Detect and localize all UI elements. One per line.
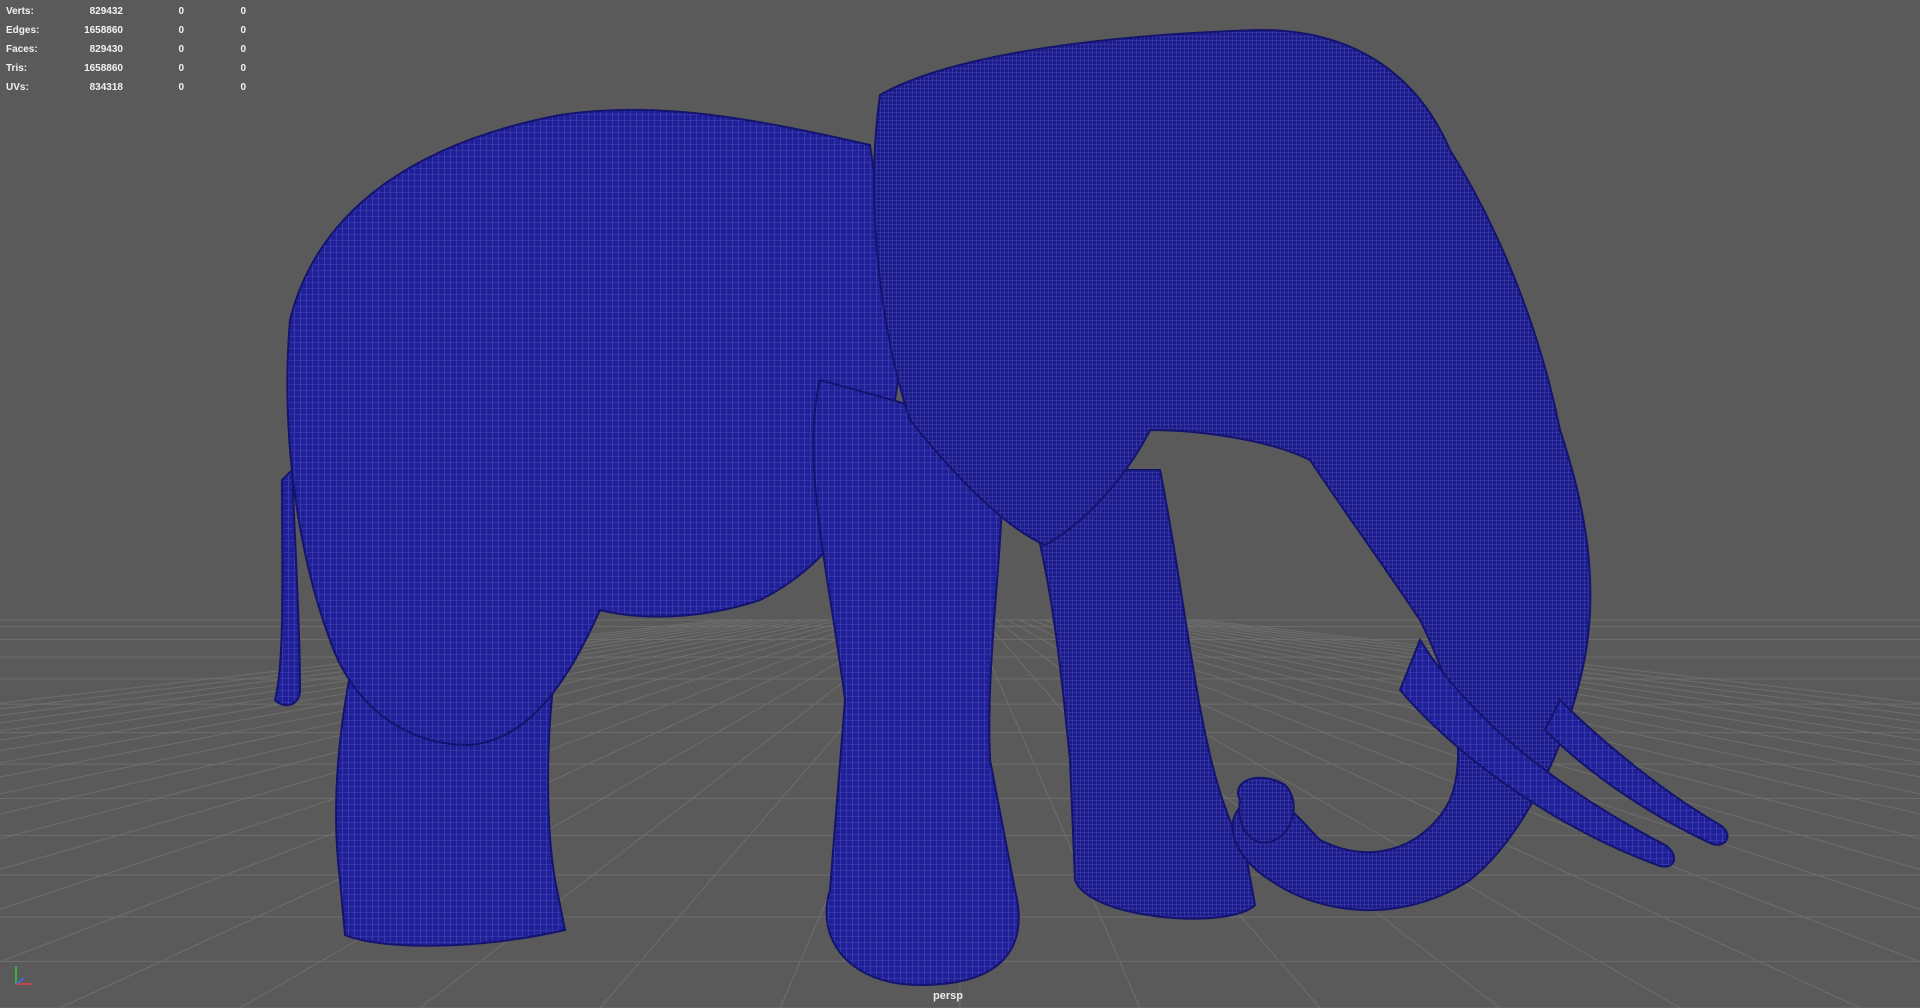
scene-canvas[interactable]	[0, 0, 1920, 1008]
hud-value: 829430	[89, 44, 123, 55]
hud-row: UVs: 834318 0 0	[6, 78, 246, 97]
hud-label: Edges:	[6, 25, 40, 36]
hud-value: 1658860	[84, 25, 123, 36]
hud-c1: 0	[178, 82, 184, 93]
hud-label: Tris:	[6, 63, 28, 74]
hud-label: UVs:	[6, 82, 29, 93]
hud-value: 829432	[89, 6, 123, 17]
elephant-wireframe-mesh-icon[interactable]	[273, 28, 1729, 987]
hud-c2: 0	[240, 82, 246, 93]
hud-c1: 0	[178, 63, 184, 74]
hud-label: Faces:	[6, 44, 38, 55]
poly-count-hud: Verts: 829432 0 0 Edges: 1658860 0 0 Faces: 82943…	[6, 2, 246, 97]
hud-c1: 0	[178, 25, 184, 36]
hud-c1: 0	[178, 6, 184, 17]
hud-value: 834318	[89, 82, 123, 93]
hud-row: Verts: 829432 0 0	[6, 2, 246, 21]
hud-value: 1658860	[84, 63, 123, 74]
camera-name-label: persp	[933, 990, 963, 1002]
hud-c2: 0	[240, 44, 246, 55]
hud-c2: 0	[240, 25, 246, 36]
hud-row: Edges: 1658860 0 0	[6, 21, 246, 40]
axis-gizmo-icon	[15, 966, 32, 985]
hud-c2: 0	[240, 63, 246, 74]
hud-row: Faces: 829430 0 0	[6, 40, 246, 59]
hud-label: Verts:	[6, 6, 34, 17]
hud-row: Tris: 1658860 0 0	[6, 59, 246, 78]
hud-c2: 0	[240, 6, 246, 17]
hud-c1: 0	[178, 44, 184, 55]
viewport-persp[interactable]: Verts: 829432 0 0 Edges: 1658860 0 0 Faces: 82943…	[0, 0, 1920, 1008]
